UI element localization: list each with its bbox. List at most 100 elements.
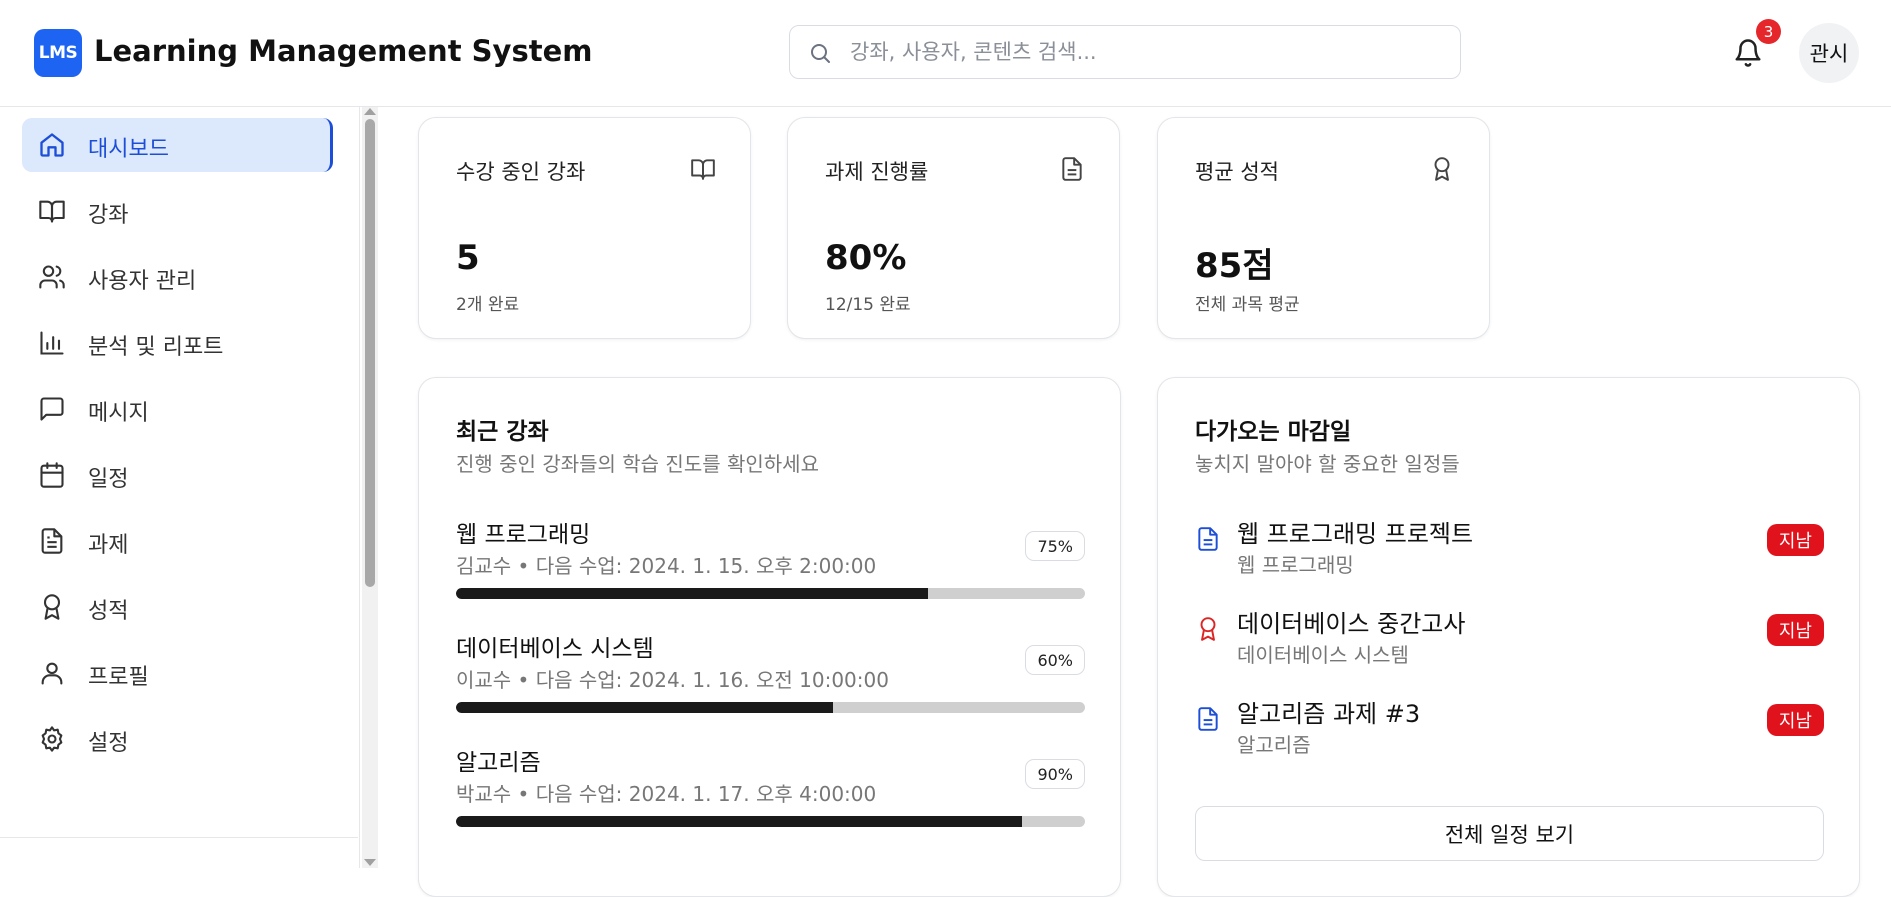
deadline-name: 데이터베이스 중간고사 — [1237, 610, 1466, 638]
deadline-name: 웹 프로그래밍 프로젝트 — [1237, 520, 1474, 548]
award-icon — [1434, 157, 1450, 181]
course-meta: 박교수 • 다음 수업: 2024. 1. 17. 오후 4:00:00 — [456, 782, 877, 806]
deadline-item[interactable]: 알고리즘 과제 #3 알고리즘 지남 — [1195, 694, 1824, 764]
home-icon — [40, 133, 64, 157]
progress-fill — [456, 816, 1023, 827]
award-icon — [1200, 617, 1216, 641]
sidebar-item-label: 설정 — [88, 731, 129, 756]
book-open-icon — [39, 200, 65, 223]
stat-card-courses: 수강 중인 강좌 5 2개 완료 — [418, 117, 751, 339]
overdue-badge: 지남 — [1766, 524, 1824, 556]
sidebar-item-grades[interactable]: 성적 — [22, 580, 333, 634]
book-open-icon — [691, 159, 715, 180]
course-meta: 이교수 • 다음 수업: 2024. 1. 16. 오전 10:00:00 — [456, 668, 889, 692]
deadline-name: 알고리즘 과제 #3 — [1237, 700, 1421, 728]
sidebar-item-label: 성적 — [88, 599, 129, 624]
panel-title: 다가오는 마감일 — [1195, 419, 1352, 445]
sidebar-scrollbar[interactable] — [362, 107, 378, 868]
file-text-icon — [1062, 157, 1082, 181]
sidebar-item-schedule[interactable]: 일정 — [22, 448, 333, 502]
progress-fill — [456, 702, 834, 713]
app-title: Learning Management System — [94, 34, 593, 68]
deadline-item[interactable]: 웹 프로그래밍 프로젝트 웹 프로그래밍 지남 — [1195, 514, 1824, 584]
deadline-item[interactable]: 데이터베이스 중간고사 데이터베이스 시스템 지남 — [1195, 604, 1824, 674]
course-name: 웹 프로그래밍 — [456, 522, 591, 548]
settings-icon — [41, 726, 63, 752]
search-input[interactable] — [850, 34, 1440, 70]
stat-title: 수강 중인 강좌 — [456, 160, 586, 184]
progress-badge: 90% — [1025, 759, 1085, 789]
stat-title: 과제 진행률 — [825, 160, 929, 184]
sidebar-item-settings[interactable]: 설정 — [22, 712, 333, 766]
progress-fill — [456, 588, 928, 599]
course-item[interactable]: 데이터베이스 시스템 이교수 • 다음 수업: 2024. 1. 16. 오전 … — [456, 629, 1085, 729]
deadline-course: 웹 프로그래밍 — [1237, 553, 1354, 577]
sidebar-item-label: 일정 — [88, 467, 129, 492]
sidebar-item-profile[interactable]: 프로필 — [22, 646, 333, 700]
sidebar-divider — [0, 837, 358, 838]
overdue-badge: 지남 — [1766, 704, 1824, 736]
deadline-course: 알고리즘 — [1237, 733, 1311, 757]
view-all-schedule-button[interactable]: 전체 일정 보기 — [1195, 806, 1824, 861]
stat-value: 85점 — [1195, 246, 1274, 286]
file-text-icon — [1198, 527, 1218, 551]
panel-title: 최근 강좌 — [456, 419, 549, 445]
bar-chart-icon — [40, 331, 64, 355]
file-text-icon — [1198, 707, 1218, 731]
sidebar-item-messages[interactable]: 메시지 — [22, 382, 333, 436]
scroll-down-arrow[interactable] — [364, 859, 376, 866]
app-logo[interactable]: LMS — [34, 29, 82, 77]
stat-subtext: 전체 과목 평균 — [1195, 295, 1300, 315]
sidebar-item-label: 메시지 — [88, 401, 149, 426]
top-header: LMS Learning Management System 3 관시 — [0, 0, 1891, 107]
sidebar-item-assignments[interactable]: 과제 — [22, 514, 333, 568]
progress-bar — [456, 702, 1085, 713]
file-text-icon — [41, 528, 63, 554]
stat-card-assignments: 과제 진행률 80% 12/15 완료 — [787, 117, 1120, 339]
stat-title: 평균 성적 — [1195, 160, 1279, 184]
course-name: 알고리즘 — [456, 750, 541, 776]
stat-subtext: 2개 완료 — [456, 295, 520, 315]
sidebar-item-dashboard[interactable]: 대시보드 — [22, 118, 333, 172]
course-name: 데이터베이스 시스템 — [456, 636, 654, 662]
stat-card-grades: 평균 성적 85점 전체 과목 평균 — [1157, 117, 1490, 339]
progress-badge: 75% — [1025, 531, 1085, 561]
course-item[interactable]: 웹 프로그래밍 김교수 • 다음 수업: 2024. 1. 15. 오후 2:0… — [456, 515, 1085, 615]
panel-subtitle: 진행 중인 강좌들의 학습 진도를 확인하세요 — [456, 452, 819, 476]
notification-badge: 3 — [1756, 19, 1781, 44]
sidebar: 대시보드 강좌 사용자 관리 분석 및 리포트 메시지 일정 과제 성적 프로필… — [0, 107, 360, 868]
stat-subtext: 12/15 완료 — [825, 295, 911, 315]
progress-badge: 60% — [1025, 645, 1085, 675]
sidebar-item-label: 분석 및 리포트 — [88, 335, 224, 360]
progress-bar — [456, 588, 1085, 599]
deadlines-panel: 다가오는 마감일 놓치지 말아야 할 중요한 일정들 웹 프로그래밍 프로젝트 … — [1157, 377, 1860, 897]
scroll-thumb[interactable] — [365, 119, 375, 587]
scroll-up-arrow[interactable] — [364, 108, 376, 115]
overdue-badge: 지남 — [1766, 614, 1824, 646]
sidebar-item-label: 프로필 — [88, 665, 149, 690]
sidebar-item-label: 대시보드 — [88, 137, 169, 162]
panel-subtitle: 놓치지 말아야 할 중요한 일정들 — [1195, 452, 1460, 476]
calendar-icon — [40, 462, 64, 488]
recent-courses-panel: 최근 강좌 진행 중인 강좌들의 학습 진도를 확인하세요 웹 프로그래밍 김교… — [418, 377, 1121, 897]
sidebar-item-users[interactable]: 사용자 관리 — [22, 250, 333, 304]
user-icon — [41, 662, 63, 685]
message-square-icon — [40, 397, 64, 421]
sidebar-item-label: 과제 — [88, 533, 129, 558]
course-item[interactable]: 알고리즘 박교수 • 다음 수업: 2024. 1. 17. 오후 4:00:0… — [456, 743, 1085, 843]
search-box[interactable] — [789, 25, 1461, 79]
sidebar-item-label: 강좌 — [88, 203, 129, 228]
sidebar-item-courses[interactable]: 강좌 — [22, 184, 333, 238]
award-icon — [43, 594, 61, 620]
users-icon — [39, 265, 65, 289]
stat-value: 5 — [456, 238, 480, 278]
stat-value: 80% — [825, 238, 907, 278]
deadline-course: 데이터베이스 시스템 — [1237, 643, 1409, 667]
search-icon — [811, 44, 830, 63]
sidebar-item-analytics[interactable]: 분석 및 리포트 — [22, 316, 333, 370]
user-avatar[interactable]: 관시 — [1799, 23, 1859, 83]
course-meta: 김교수 • 다음 수업: 2024. 1. 15. 오후 2:00:00 — [456, 554, 877, 578]
bell-icon[interactable] — [1733, 38, 1763, 68]
progress-bar — [456, 816, 1085, 827]
sidebar-item-label: 사용자 관리 — [88, 269, 197, 294]
